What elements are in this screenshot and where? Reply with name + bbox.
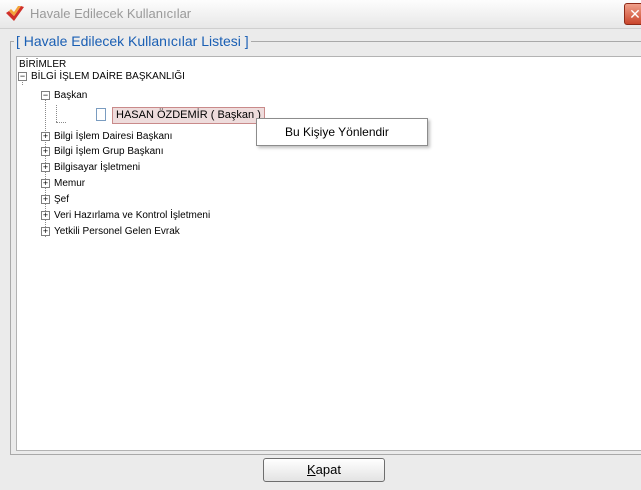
expand-toggle[interactable]: + [41,211,50,220]
groupbox-legend: [ Havale Edilecek Kullanıcılar Listesi ] [14,33,251,49]
tree-connector [56,105,57,122]
tree-node-department[interactable]: BİLGİ İŞLEM DAİRE BAŞKANLIĞI [31,71,185,83]
window-close-button[interactable]: ✕ [624,3,641,25]
expand-toggle[interactable]: + [41,163,50,172]
tree-node-baskan[interactable]: Başkan [54,90,87,102]
tree-node-item[interactable]: Bilgi İşlem Grup Başkanı [54,146,164,158]
document-icon [96,108,106,121]
menu-item-forward-to-person[interactable]: Bu Kişiye Yönlendir [285,125,389,139]
expand-toggle[interactable]: + [41,195,50,204]
expand-toggle[interactable]: + [41,132,50,141]
tree-node-item[interactable]: Şef [54,194,69,206]
expand-toggle[interactable]: + [41,227,50,236]
close-button-label: apat [315,462,341,477]
tree-node-item[interactable]: Veri Hazırlama ve Kontrol İşletmeni [54,210,210,222]
expand-toggle[interactable]: + [41,179,50,188]
app-logo-icon [6,6,24,21]
tree-node-item[interactable]: Yetkili Personel Gelen Evrak [54,226,180,238]
collapse-toggle[interactable]: − [41,91,50,100]
expand-toggle[interactable]: + [41,147,50,156]
collapse-toggle[interactable]: − [18,72,27,81]
tree-node-item[interactable]: Bilgisayar İşletmeni [54,162,140,174]
tree-node-selected-user[interactable]: HASAN ÖZDEMİR ( Başkan ) [112,107,265,124]
context-menu: Bu Kişiye Yönlendir [256,118,428,146]
user-tree[interactable]: BİRİMLER − BİLGİ İŞLEM DAİRE BAŞKANLIĞI … [16,56,641,451]
tree-connector [56,122,66,123]
close-button[interactable]: Kapat [263,458,385,482]
close-button-accelerator: K [307,462,316,477]
tree-node-item[interactable]: Bilgi İşlem Dairesi Başkanı [54,131,172,143]
title-bar: Havale Edilecek Kullanıcılar ✕ [0,0,641,29]
window-title: Havale Edilecek Kullanıcılar [30,6,192,21]
tree-node-item[interactable]: Memur [54,178,85,190]
tree-root-label[interactable]: BİRİMLER [19,59,66,71]
